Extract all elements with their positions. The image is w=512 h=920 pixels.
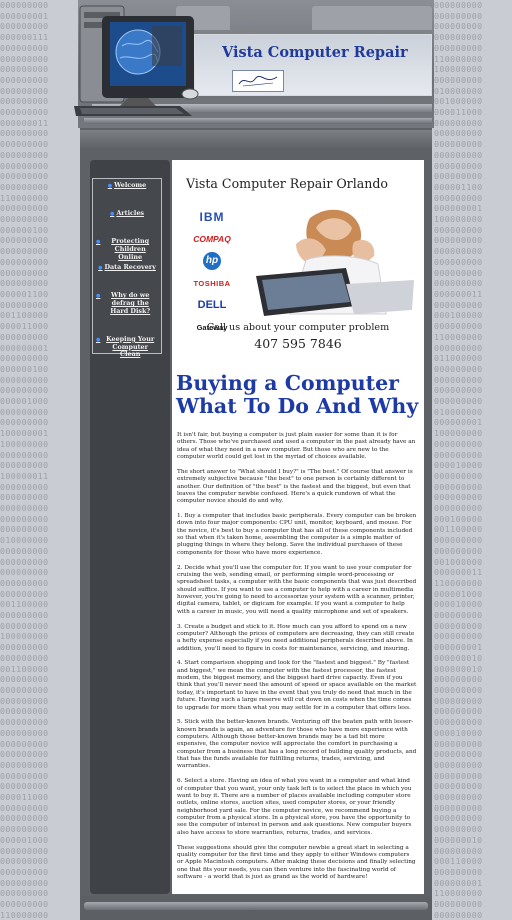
binary-background-right: 000000000 000000000 000000000 000000000 … bbox=[434, 0, 483, 920]
nav-item-keeping-clean[interactable]: ● Keeping Your Computer Clean bbox=[93, 335, 161, 359]
brand-logos: IBM COMPAQ hp TOSHIBA DELL Gateway bbox=[188, 206, 236, 338]
article-paragraph: 6. Select a store. Having an idea of wha… bbox=[177, 778, 412, 836]
nav-item-defrag[interactable]: ● Why do we defrag the Hard Disk? bbox=[93, 291, 161, 315]
bullet-icon: ● bbox=[107, 183, 113, 189]
sidebar-nav: ● Welcome ● Articles ● Protecting Childr… bbox=[92, 178, 162, 358]
page-title: Vista Computer Repair Orlando bbox=[186, 176, 388, 191]
nav-item-protecting-children[interactable]: ● Protecting Children Online bbox=[93, 237, 161, 261]
article-paragraph: 4. Start comparison shopping and look fo… bbox=[177, 660, 417, 711]
toshiba-logo: TOSHIBA bbox=[193, 278, 231, 288]
call-to-action: Call us about your computer problem bbox=[206, 322, 390, 333]
signature-logo bbox=[232, 70, 284, 92]
binary-background-left: 000000000 000000001 000000000 000000111 … bbox=[0, 0, 49, 920]
nav-item-articles[interactable]: ● Articles bbox=[93, 209, 161, 218]
nav-item-welcome[interactable]: ● Welcome bbox=[93, 181, 161, 190]
banner-title: Vista Computer Repair bbox=[222, 44, 408, 61]
ibm-logo: IBM bbox=[199, 210, 225, 224]
frustrated-user-photo bbox=[236, 198, 416, 318]
article-paragraph: 2. Decide what you'll use the computer f… bbox=[177, 564, 417, 615]
bullet-icon: ● bbox=[96, 239, 101, 245]
article-body: It isn't fair, but buying a computer is … bbox=[177, 432, 417, 889]
bullet-icon: ● bbox=[98, 265, 103, 272]
article-paragraph: 5. Stick with the better-known brands. V… bbox=[177, 719, 417, 770]
article-paragraph: It isn't fair, but buying a computer is … bbox=[177, 432, 416, 461]
bullet-icon: ● bbox=[96, 293, 101, 300]
article-paragraph: 3. Create a budget and stick to it. How … bbox=[177, 623, 415, 652]
computer-illustration bbox=[72, 2, 202, 126]
dell-logo: DELL bbox=[197, 299, 227, 311]
bullet-icon: ● bbox=[109, 211, 115, 217]
header-tab bbox=[312, 6, 432, 30]
article-paragraph: 1. Buy a computer that includes basic pe… bbox=[177, 513, 417, 556]
nav-item-data-recovery[interactable]: ● Data Recovery bbox=[93, 264, 161, 272]
bullet-icon: ● bbox=[96, 336, 101, 343]
compaq-logo: COMPAQ bbox=[193, 234, 231, 244]
article-headline: Buying a Computer What To Do And Why bbox=[176, 371, 419, 418]
article-paragraph: The short answer to "What should I buy?"… bbox=[177, 468, 413, 505]
footer-bar bbox=[84, 902, 428, 910]
phone-number[interactable]: 407 595 7846 bbox=[172, 336, 424, 351]
article-paragraph: These suggestions should give the comput… bbox=[177, 844, 416, 880]
header-strip bbox=[80, 130, 432, 150]
hp-logo: hp bbox=[188, 250, 236, 272]
